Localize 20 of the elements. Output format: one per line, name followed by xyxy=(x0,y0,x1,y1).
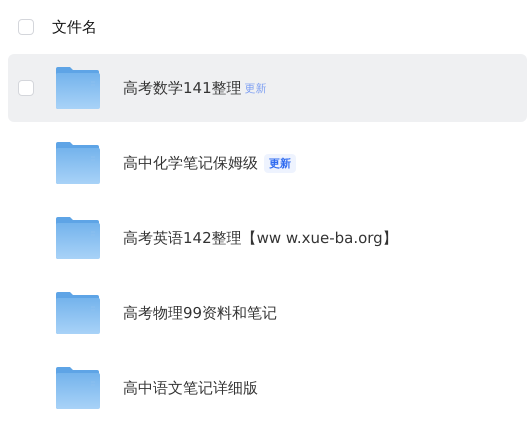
update-label: 更新 xyxy=(244,80,267,96)
file-name[interactable]: 高考数学141整理 xyxy=(123,78,242,98)
folder-icon xyxy=(55,367,100,409)
file-name[interactable]: 高中化学笔记保姆级 xyxy=(123,154,258,172)
folder-icon xyxy=(55,67,100,109)
file-row[interactable]: 高中化学笔记保姆级 更新 xyxy=(8,129,527,197)
file-row[interactable]: 高考数学141整理 更新 xyxy=(8,54,527,122)
row-checkbox[interactable] xyxy=(18,80,34,96)
folder-icon xyxy=(55,142,100,184)
file-name[interactable]: 高考英语142整理【ww w.xue-ba.org】 xyxy=(123,228,398,248)
file-name[interactable]: 高考物理99资料和笔记 xyxy=(123,304,278,322)
folder-icon xyxy=(55,292,100,334)
file-row[interactable]: 高考物理99资料和笔记 xyxy=(8,279,527,347)
folder-icon xyxy=(55,217,100,259)
file-row[interactable]: 高考英语142整理【ww w.xue-ba.org】 xyxy=(8,204,527,272)
file-name[interactable]: 高中语文笔记详细版 xyxy=(123,378,258,398)
select-all-checkbox[interactable] xyxy=(18,19,34,35)
column-header[interactable]: 文件名 xyxy=(52,18,97,36)
file-row[interactable]: 高中语文笔记详细版 xyxy=(8,354,527,422)
update-badge: 更新 xyxy=(264,154,296,172)
